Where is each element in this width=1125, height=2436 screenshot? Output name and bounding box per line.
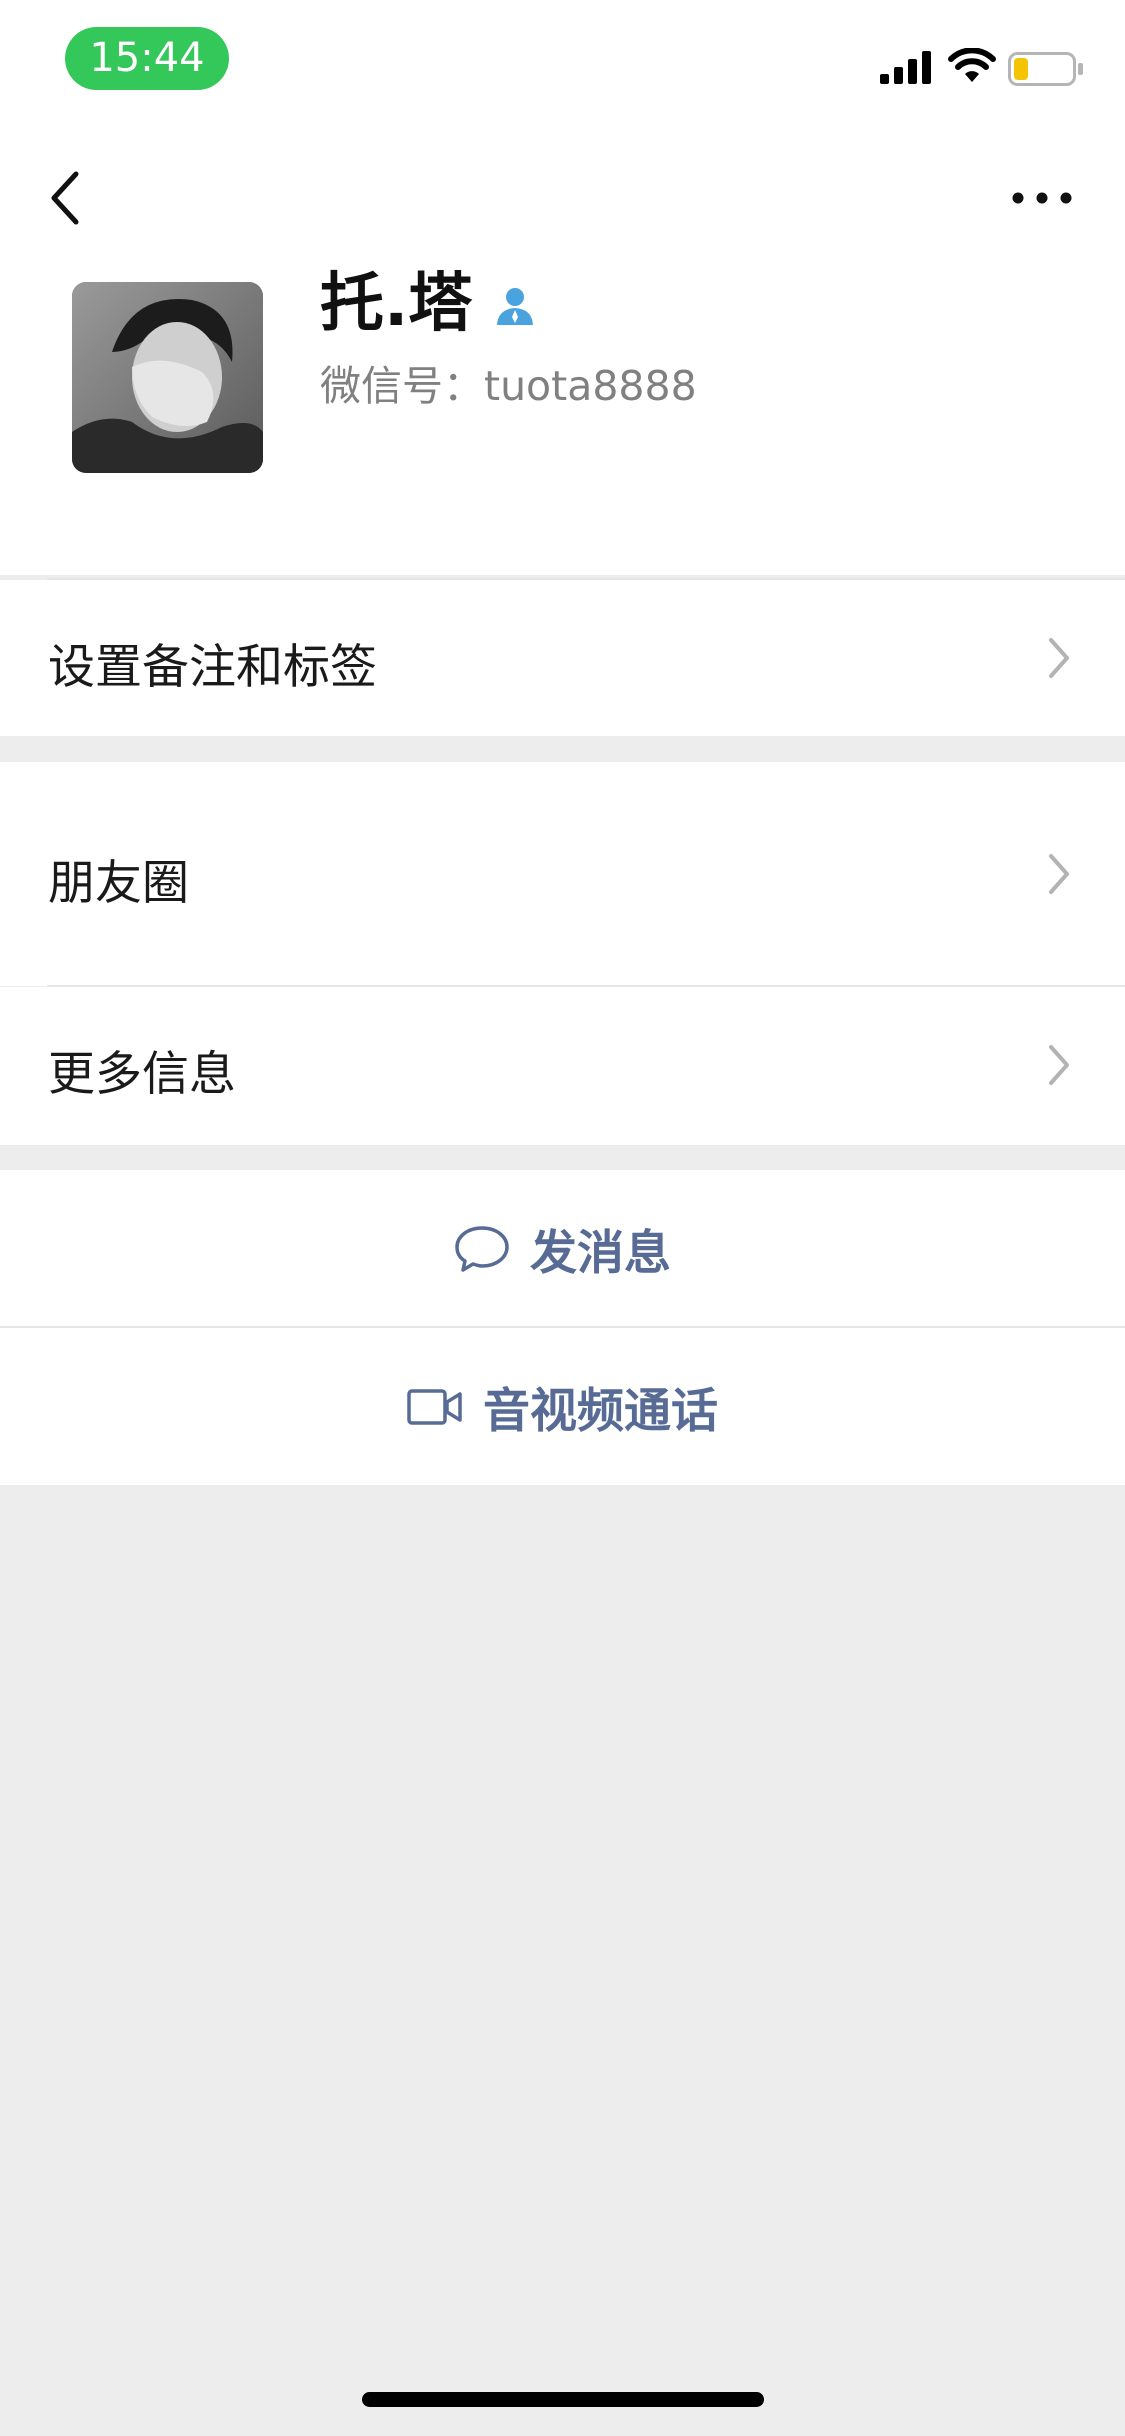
more-info-label: 更多信息 xyxy=(48,1047,236,1102)
wechat-id[interactable]: 微信号：tuota8888 xyxy=(320,358,697,414)
moments-row[interactable]: 朋友圈 xyxy=(0,762,1125,986)
video-call-label: 音视频通话 xyxy=(483,1384,718,1439)
home-indicator[interactable] xyxy=(362,2392,764,2407)
more-options-button[interactable] xyxy=(1010,180,1074,216)
status-time: 15:44 xyxy=(65,27,229,90)
battery-icon xyxy=(1008,52,1083,86)
contact-person-icon xyxy=(497,288,533,325)
video-call-button[interactable]: 音视频通话 xyxy=(0,1328,1125,1485)
back-button[interactable] xyxy=(42,168,90,228)
chevron-right-icon xyxy=(1049,638,1069,678)
send-message-button[interactable]: 发消息 xyxy=(0,1170,1125,1327)
signal-icon xyxy=(880,51,931,84)
remark-and-tags-label: 设置备注和标签 xyxy=(48,640,377,695)
chevron-right-icon xyxy=(1049,1045,1069,1085)
avatar[interactable] xyxy=(72,282,263,473)
profile-name: 托.塔 xyxy=(320,267,473,341)
video-camera-icon xyxy=(407,1388,462,1425)
chat-bubble-icon xyxy=(455,1225,509,1272)
more-info-row[interactable]: 更多信息 xyxy=(0,987,1125,1145)
send-message-label: 发消息 xyxy=(530,1226,671,1281)
wifi-icon xyxy=(948,48,996,82)
chevron-right-icon xyxy=(1049,854,1069,894)
moments-label: 朋友圈 xyxy=(48,856,189,911)
remark-and-tags-row[interactable]: 设置备注和标签 xyxy=(0,580,1125,736)
